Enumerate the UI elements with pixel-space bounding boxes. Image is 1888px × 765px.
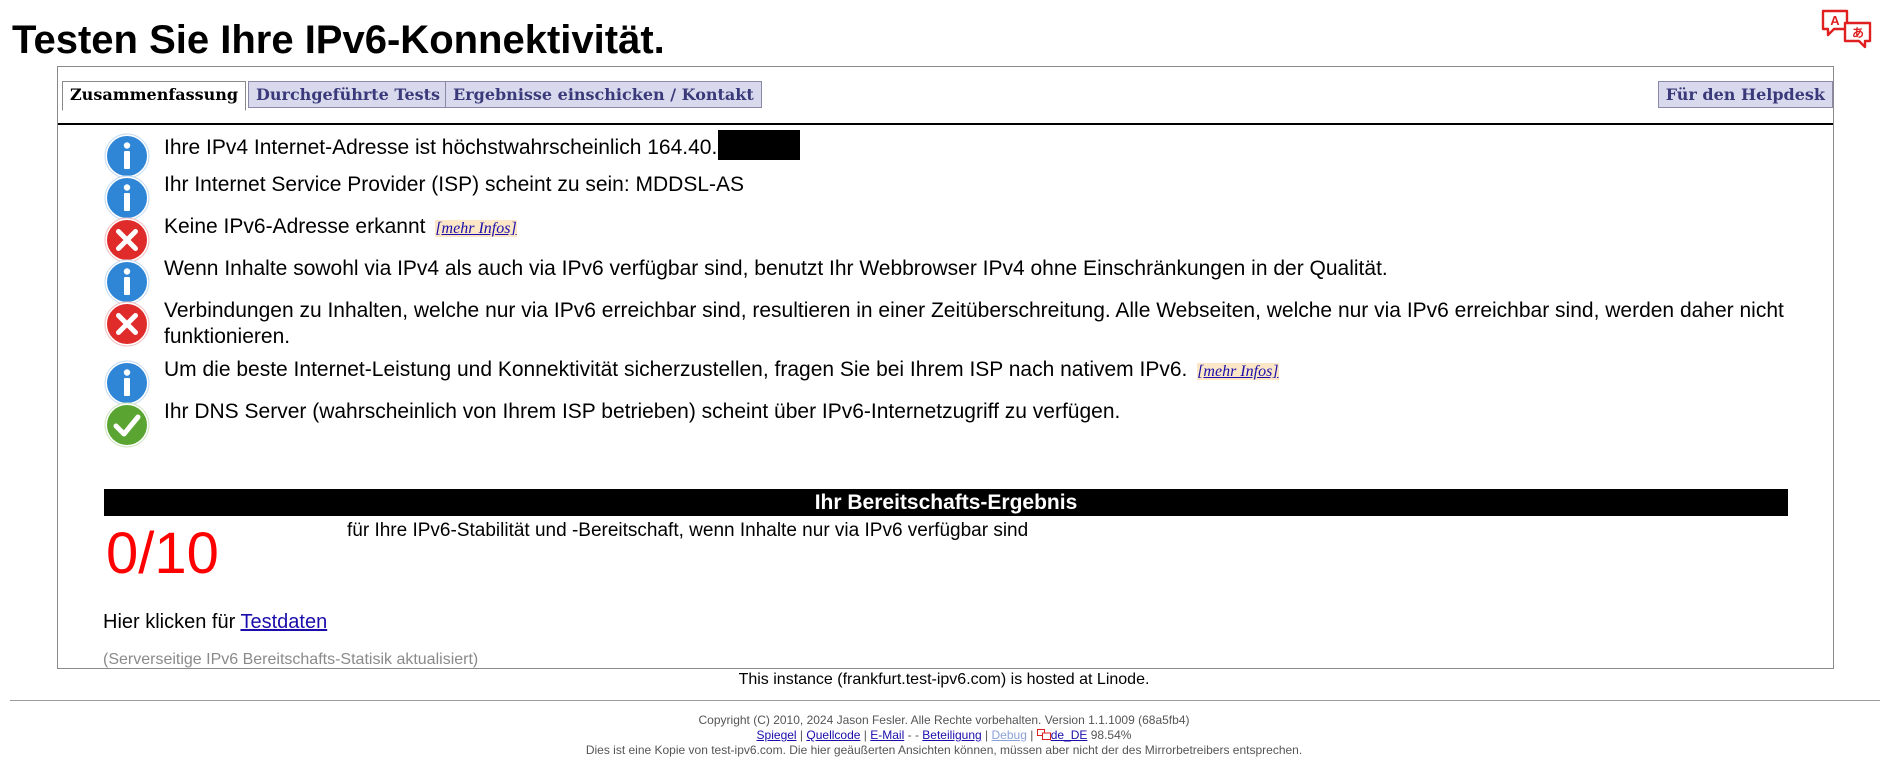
score-description: für Ihre IPv6-Stabilität und -Bereitscha…	[347, 520, 1029, 541]
svg-text:A: A	[1830, 13, 1840, 28]
info-icon	[104, 175, 150, 221]
result-text: Keine IPv6-Adresse erkannt [mehr Infos]	[164, 215, 517, 238]
tab-summary[interactable]: Zusammenfassung	[62, 81, 247, 111]
locale-link[interactable]: de_DE	[1051, 728, 1088, 742]
tab-helpdesk[interactable]: Für den Helpdesk	[1657, 81, 1833, 108]
result-text: Ihre IPv4 Internet-Adresse ist höchstwah…	[164, 130, 1804, 161]
score-header: Ihr Bereitschafts-Ergebnis	[104, 489, 1788, 516]
copyright: Copyright (C) 2010, 2024 Jason Fesler. A…	[698, 713, 1190, 727]
more-info-link[interactable]: [mehr Infos]	[1197, 363, 1279, 380]
result-text: Wenn Inhalte sowohl via IPv4 als auch vi…	[164, 257, 1388, 280]
result-text: Verbindungen zu Inhalten, welche nur via…	[164, 299, 1784, 348]
debug-link[interactable]: Debug	[992, 728, 1027, 742]
disclaimer: Dies ist eine Kopie von test-ipv6.com. D…	[585, 743, 1303, 757]
hosted-note: This instance (frankfurt.test-ipv6.com) …	[738, 671, 1150, 688]
source-link[interactable]: Quellcode	[806, 728, 860, 742]
locale-percent: 98.54%	[1090, 728, 1132, 742]
tab-bar: Zusammenfassung Durchgeführte Tests Erge…	[58, 67, 1833, 125]
footer: Copyright (C) 2010, 2024 Jason Fesler. A…	[0, 713, 1888, 758]
tab-tests-run[interactable]: Durchgeführte Tests	[248, 81, 449, 108]
mirror-link[interactable]: Spiegel	[757, 728, 797, 742]
check-icon	[104, 402, 150, 448]
more-info-link[interactable]: [mehr Infos]	[435, 220, 517, 237]
translate-icon[interactable]: A あ	[1820, 8, 1880, 52]
result-text: Um die beste Internet-Leistung und Konne…	[164, 358, 1279, 381]
error-icon	[104, 301, 150, 347]
page: Testen Sie Ihre IPv6-Konnektivität. A あ …	[0, 0, 1888, 765]
info-icon	[104, 360, 150, 406]
tab-submit-contact[interactable]: Ergebnisse einschicken / Kontakt	[445, 81, 762, 108]
divider	[10, 700, 1880, 701]
stats-note: (Serverseitige IPv6 Bereitschafts-Statis…	[103, 651, 479, 668]
testdata-line: Hier klicken für Testdaten	[103, 611, 328, 633]
svg-text:あ: あ	[1852, 26, 1864, 40]
email-link[interactable]: E-Mail	[870, 728, 904, 742]
result-text: Ihr Internet Service Provider (ISP) sche…	[164, 173, 745, 196]
info-icon	[104, 259, 150, 305]
info-icon	[104, 133, 150, 179]
participation-link[interactable]: Beteiligung	[922, 728, 981, 742]
translate-icon	[1036, 729, 1051, 740]
page-title: Testen Sie Ihre IPv6-Konnektivität.	[12, 18, 665, 62]
readiness-score: 0/10	[106, 521, 219, 586]
error-icon	[104, 217, 150, 263]
footer-links: Spiegel | Quellcode | E-Mail - - Beteili…	[756, 728, 1132, 742]
result-text: Ihr DNS Server (wahrscheinlich von Ihrem…	[164, 400, 1121, 423]
redacted-block	[718, 130, 801, 160]
results-panel: Zusammenfassung Durchgeführte Tests Erge…	[57, 66, 1834, 669]
testdata-link[interactable]: Testdaten	[240, 611, 327, 633]
